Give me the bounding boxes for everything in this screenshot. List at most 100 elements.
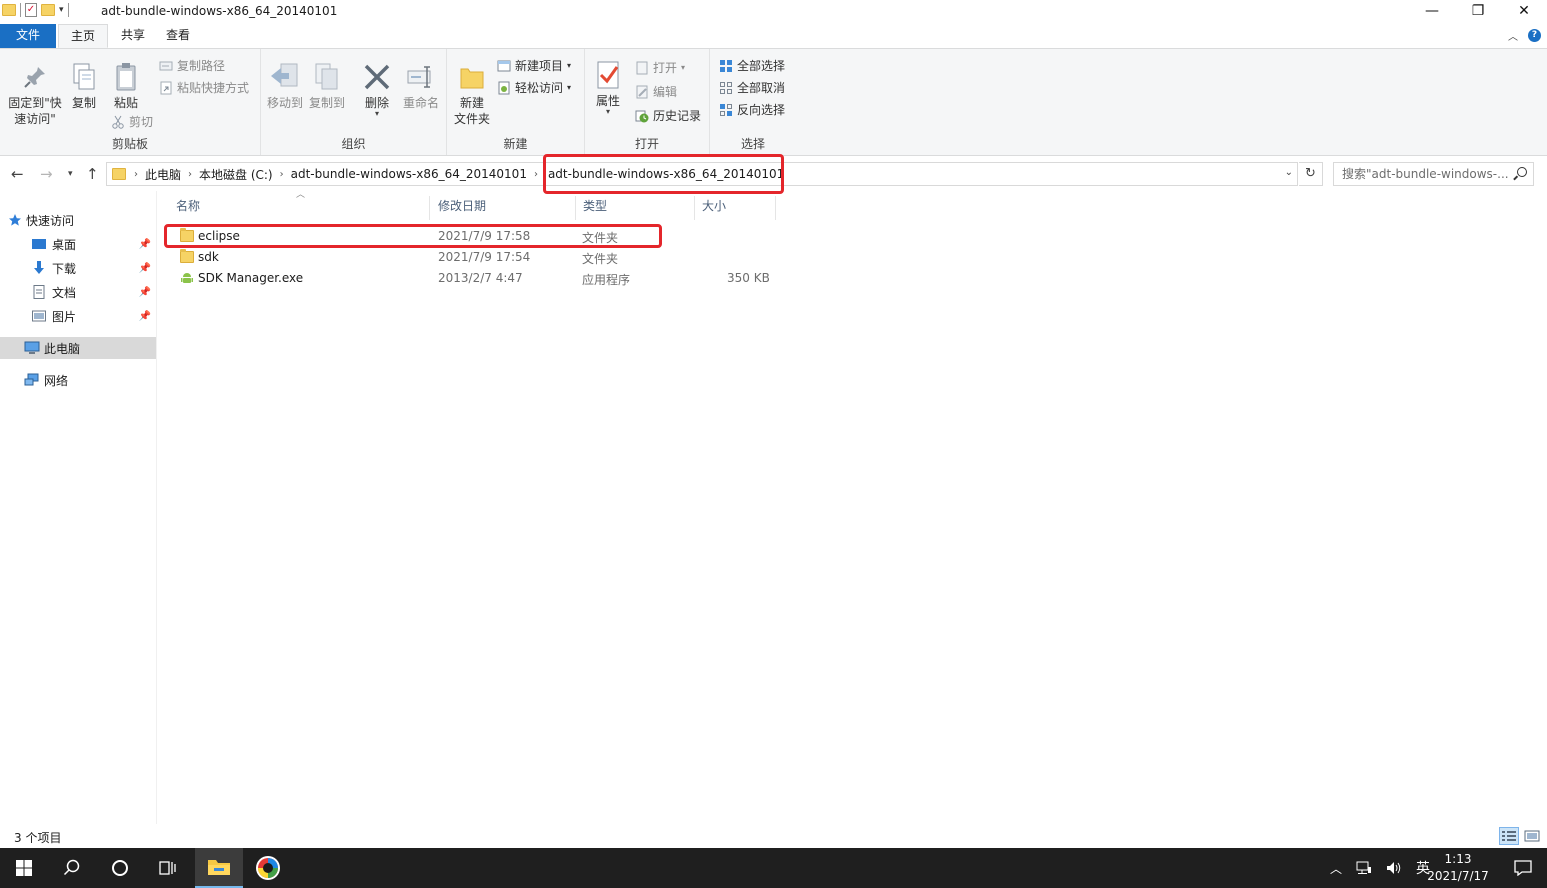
group-label-new: 新建 — [503, 137, 528, 151]
table-row[interactable]: SDK Manager.exe 2013/2/7 4:47 应用程序 350 K… — [168, 268, 770, 289]
document-icon — [32, 285, 46, 299]
tab-home[interactable]: 主页 — [58, 24, 108, 48]
minimize-button[interactable]: — — [1409, 0, 1455, 24]
breadcrumb-local-disk[interactable]: 本地磁盘 (C:) — [194, 166, 278, 183]
file-date: 2013/2/7 4:47 — [438, 271, 523, 285]
chevron-right-icon[interactable]: › — [532, 169, 540, 180]
nav-quick-access[interactable]: 快速访问 — [0, 209, 156, 231]
chevron-up-icon[interactable]: ︿ — [1330, 860, 1342, 877]
copy-to-button[interactable]: 复制到 — [307, 61, 347, 111]
explorer-window: ✓ ▾ adt-bundle-windows-x86_64_20140101 —… — [0, 0, 1547, 848]
tab-share[interactable]: 共享 — [108, 24, 158, 48]
nav-item-pictures[interactable]: 图片 📌 — [0, 305, 156, 327]
select-none-button[interactable]: 全部取消 — [719, 79, 785, 96]
properties-button[interactable]: 属性 ▾ — [591, 59, 625, 116]
delete-icon — [361, 61, 393, 93]
paste-icon — [110, 61, 142, 93]
edit-button[interactable]: 编辑 — [635, 83, 677, 100]
open-button[interactable]: 打开 ▾ — [635, 59, 685, 76]
history-icon — [635, 109, 649, 123]
computer-icon — [24, 341, 40, 355]
close-button[interactable]: ✕ — [1501, 0, 1547, 24]
nav-this-pc[interactable]: 此电脑 — [0, 337, 156, 359]
breadcrumb-adt-bundle-parent[interactable]: adt-bundle-windows-x86_64_20140101 — [286, 167, 532, 181]
search-input[interactable]: 搜索"adt-bundle-windows-... — [1333, 162, 1534, 186]
nav-item-downloads[interactable]: 下载 📌 — [0, 257, 156, 279]
new-folder-icon[interactable] — [41, 4, 55, 16]
history-button[interactable]: 历史记录 — [635, 107, 701, 124]
invert-selection-button[interactable]: 反向选择 — [719, 101, 785, 118]
file-explorer-icon — [208, 860, 230, 875]
breadcrumb-this-pc[interactable]: 此电脑 — [140, 166, 186, 183]
new-item-icon — [497, 59, 511, 73]
move-to-button[interactable]: 移动到 — [265, 61, 305, 111]
chevron-right-icon[interactable]: › — [278, 169, 286, 180]
start-button[interactable] — [0, 848, 48, 888]
help-icon[interactable]: ? — [1528, 29, 1541, 42]
network-icon[interactable] — [1356, 861, 1372, 875]
customize-toolbar-icon[interactable]: ▾ — [59, 5, 64, 15]
group-clipboard: 固定到"快 速访问" 复制 粘贴 复制路径 粘贴快捷方式 剪切 剪贴板 — [0, 49, 261, 155]
back-button[interactable]: ← — [11, 165, 24, 183]
column-header-date[interactable]: 修改日期 — [431, 196, 576, 220]
chevron-right-icon[interactable]: › — [186, 169, 194, 180]
easy-access-button[interactable]: 轻松访问 ▾ — [497, 79, 571, 96]
properties-icon[interactable]: ✓ — [25, 3, 37, 17]
chevron-right-icon[interactable]: › — [132, 169, 140, 180]
pin-icon[interactable]: 📌 — [139, 239, 151, 250]
move-to-icon — [269, 61, 301, 93]
nav-item-documents[interactable]: 文档 📌 — [0, 281, 156, 303]
address-history-dropdown-icon[interactable]: ⌄ — [1285, 167, 1293, 178]
volume-icon[interactable] — [1386, 861, 1402, 875]
forward-button[interactable]: → — [40, 165, 53, 183]
pin-icon[interactable]: 📌 — [139, 287, 151, 298]
nav-network[interactable]: 网络 — [0, 369, 156, 391]
ribbon: 固定到"快 速访问" 复制 粘贴 复制路径 粘贴快捷方式 剪切 剪贴板 移动到 … — [0, 48, 1547, 156]
taskbar-file-explorer[interactable] — [195, 848, 243, 888]
quick-access-toolbar: ✓ ▾ — [2, 3, 69, 17]
copy-button[interactable]: 复制 — [66, 61, 102, 111]
column-header-name[interactable]: 名称 — [169, 196, 430, 220]
tab-view[interactable]: 查看 — [158, 24, 198, 48]
column-header-type[interactable]: 类型 — [576, 196, 695, 220]
properties-icon — [592, 59, 624, 91]
refresh-button[interactable]: ↻ — [1299, 162, 1323, 186]
windows-logo-icon — [16, 860, 32, 876]
new-item-button[interactable]: 新建项目 ▾ — [497, 57, 571, 74]
file-list: ︿ 名称 修改日期 类型 大小 eclipse 2021/7/9 17:58 文… — [158, 190, 1547, 824]
column-header-size[interactable]: 大小 — [695, 196, 776, 220]
search-button[interactable] — [48, 848, 96, 888]
select-all-icon — [719, 59, 733, 73]
search-icon — [1517, 167, 1527, 177]
cortana-button[interactable] — [96, 848, 144, 888]
action-center-button[interactable] — [1499, 848, 1547, 888]
select-all-button[interactable]: 全部选择 — [719, 57, 785, 74]
edit-icon — [635, 85, 649, 99]
taskbar-clock[interactable]: 1:13 2021/7/17 — [1420, 851, 1496, 885]
file-type: 文件夹 — [582, 252, 619, 266]
recent-locations-button[interactable]: ▾ — [68, 169, 73, 179]
up-button[interactable]: ↑ — [86, 165, 99, 183]
folder-icon — [180, 249, 194, 263]
pin-quick-access-button[interactable]: 固定到"快 速访问" — [6, 61, 64, 127]
large-icons-view-button[interactable] — [1522, 827, 1542, 845]
delete-button[interactable]: 删除 ▾ — [359, 61, 395, 118]
maximize-button[interactable]: ❐ — [1455, 0, 1501, 24]
new-folder-button[interactable]: 新建 文件夹 — [452, 61, 492, 127]
cut-button[interactable]: 剪切 — [111, 113, 153, 130]
collapse-ribbon-icon[interactable]: ︿ — [1508, 28, 1518, 43]
taskbar-app[interactable] — [244, 848, 292, 888]
open-icon — [635, 61, 649, 75]
task-view-button[interactable] — [144, 848, 192, 888]
paste-shortcut-button[interactable]: 粘贴快捷方式 — [159, 79, 249, 96]
large-icons-view-icon — [1524, 830, 1540, 842]
table-row[interactable]: sdk 2021/7/9 17:54 文件夹 — [168, 247, 768, 268]
paste-button[interactable]: 粘贴 — [108, 61, 144, 111]
tab-file[interactable]: 文件 — [0, 24, 56, 48]
rename-button[interactable]: 重命名 — [399, 61, 443, 111]
pin-icon[interactable]: 📌 — [139, 263, 151, 274]
details-view-button[interactable] — [1499, 827, 1519, 845]
copy-path-button[interactable]: 复制路径 — [159, 57, 225, 74]
nav-item-desktop[interactable]: 桌面 📌 — [0, 233, 156, 255]
pin-icon[interactable]: 📌 — [139, 311, 151, 322]
